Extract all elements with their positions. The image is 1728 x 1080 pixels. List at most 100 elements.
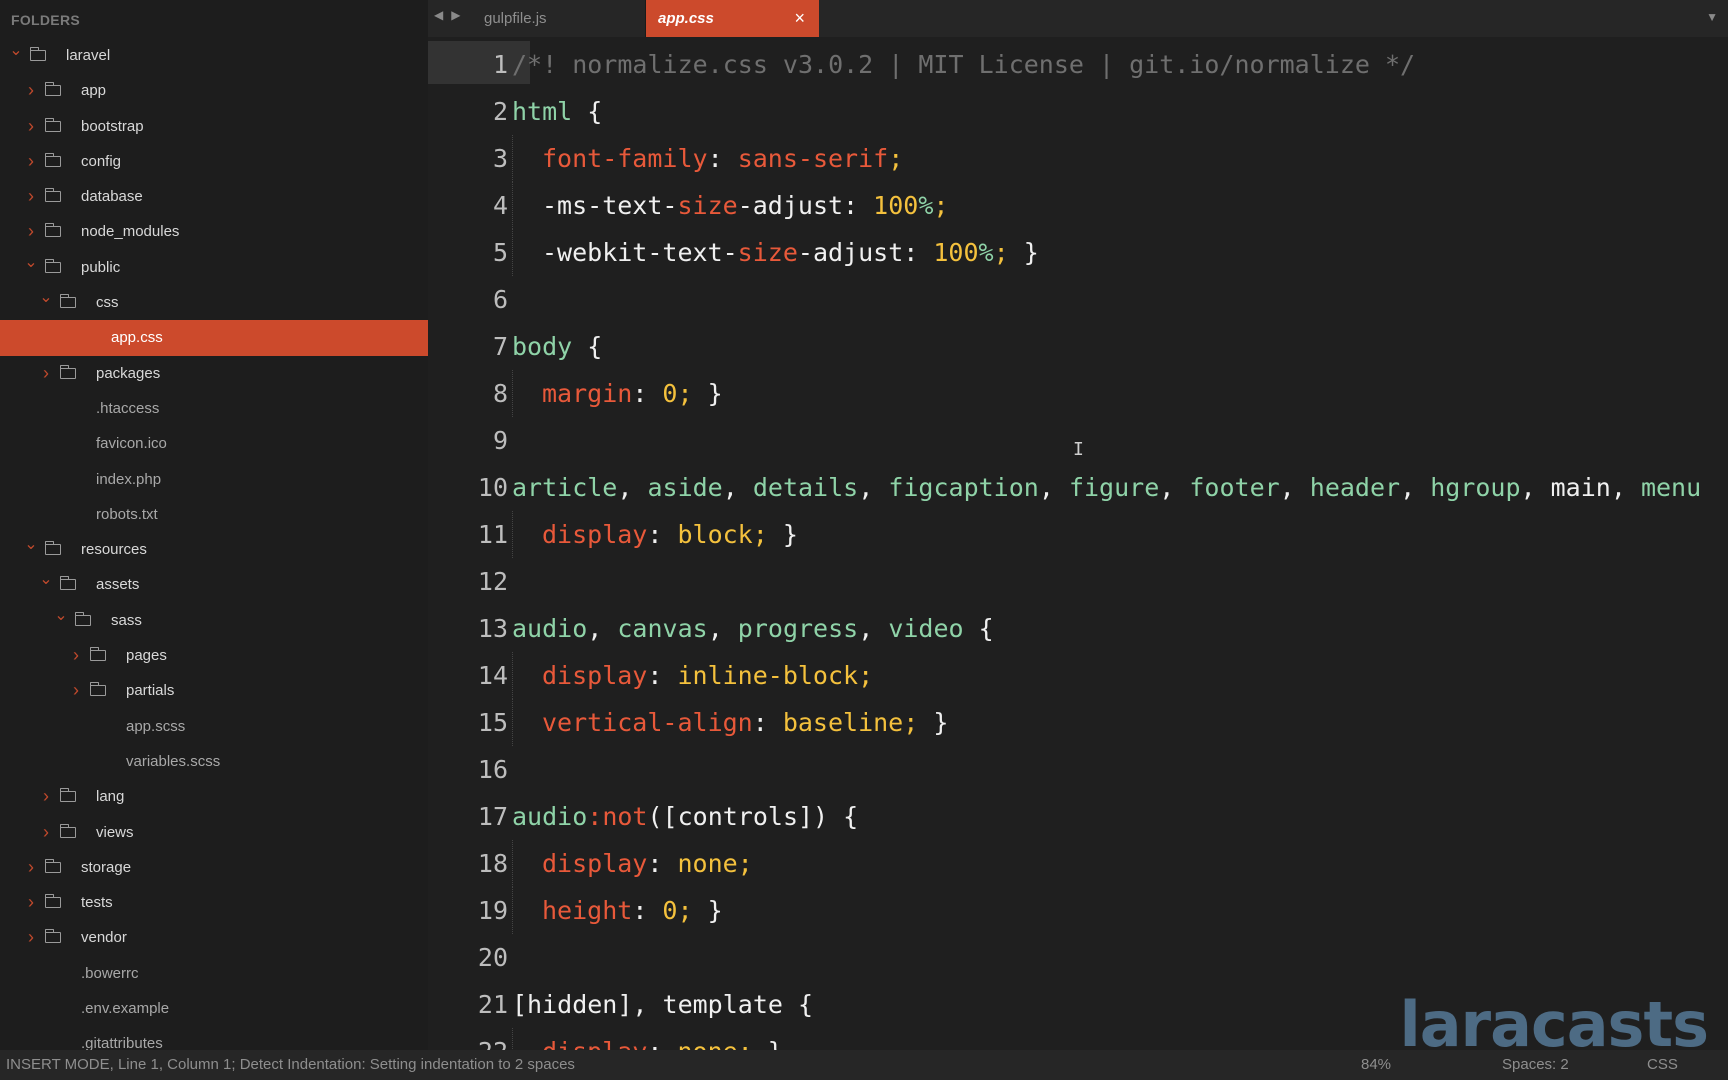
file-item[interactable]: index.php — [0, 462, 428, 497]
folder-item[interactable]: › packages — [0, 356, 428, 391]
chevron-right-icon[interactable]: › — [24, 885, 38, 920]
folder-item[interactable]: › config — [0, 144, 428, 179]
tab-gulpfile[interactable]: gulpfile.js — [474, 0, 646, 37]
folder-item[interactable]: ⌄ sass — [0, 603, 428, 638]
folder-item[interactable]: › tests — [0, 885, 428, 920]
folder-item[interactable]: ⌄ resources — [0, 532, 428, 567]
code-line: 11 display: block; } — [428, 511, 1728, 558]
chevron-down-icon[interactable]: ⌄ — [39, 562, 53, 597]
code-token: } — [767, 520, 798, 549]
folder-icon — [29, 47, 46, 61]
code-token: ; — [993, 238, 1009, 267]
line-number: 1 — [492, 50, 508, 79]
code-line: 4 -ms-text-size-adjust: 100%; — [428, 182, 1728, 229]
chevron-down-icon[interactable]: ⌄ — [54, 598, 68, 633]
folder-icon — [59, 364, 76, 379]
code-token: 100 — [873, 191, 919, 220]
chevron-right-icon[interactable]: › — [69, 673, 83, 708]
code-token: footer — [1189, 473, 1280, 502]
folder-item[interactable]: › lang — [0, 779, 428, 814]
code-token: details — [752, 473, 859, 502]
code-token: figcaption — [888, 473, 1039, 502]
tab-dropdown-icon[interactable]: ▼ — [1706, 10, 1718, 24]
folder-item[interactable]: › storage — [0, 850, 428, 885]
file-item[interactable]: .bowerrc — [0, 956, 428, 991]
code-line: 8 margin: 0; } — [428, 370, 1728, 417]
folder-item[interactable]: ⌄ css — [0, 285, 428, 320]
file-item[interactable]: app.scss — [0, 709, 428, 744]
folder-item[interactable]: › partials — [0, 673, 428, 708]
chevron-right-icon[interactable]: › — [39, 815, 53, 850]
file-item[interactable]: .env.example — [0, 991, 428, 1026]
code-text: body { — [512, 323, 602, 370]
folder-icon — [89, 682, 106, 697]
chevron-right-icon[interactable]: › — [24, 73, 38, 108]
file-item[interactable]: robots.txt — [0, 497, 428, 532]
file-item[interactable]: .htaccess — [0, 391, 428, 426]
folder-item[interactable]: › node_modules — [0, 214, 428, 249]
code-token: :not — [587, 802, 648, 831]
chevron-down-icon[interactable]: ⌄ — [39, 280, 53, 315]
file-item[interactable]: variables.scss — [0, 744, 428, 779]
folder-icon — [59, 576, 76, 591]
chevron-down-icon[interactable]: ⌄ — [9, 33, 23, 68]
code-token: sans-serif — [737, 144, 889, 173]
syntax-mode[interactable]: CSS — [1647, 1050, 1678, 1080]
folder-item[interactable]: › vendor — [0, 920, 428, 955]
indentation-setting[interactable]: Spaces: 2 — [1502, 1050, 1569, 1080]
folder-item[interactable]: › app — [0, 73, 428, 108]
code-token: , — [1038, 473, 1069, 502]
code-token: } — [692, 379, 723, 408]
code-token: : — [647, 661, 678, 690]
code-text: article, aside, details, figcaption, fig… — [512, 464, 1701, 511]
indent-guide — [512, 840, 514, 887]
code-token: : — [632, 896, 663, 925]
chevron-right-icon[interactable]: › — [24, 850, 38, 885]
folder-item[interactable]: ⌄ laravel — [0, 38, 428, 73]
code-text: font-family: sans-serif; — [542, 135, 903, 182]
code-line: 7 body { — [428, 323, 1728, 370]
chevron-down-icon[interactable]: ⌄ — [24, 245, 38, 280]
line-number: 16 — [477, 755, 508, 784]
tab-app-css[interactable]: app.css × — [646, 0, 819, 37]
tree-item-label: lang — [96, 788, 125, 806]
file-item[interactable]: app.css — [0, 320, 428, 356]
chevron-right-icon[interactable]: › — [24, 920, 38, 955]
code-token: , — [707, 614, 738, 643]
chevron-right-icon[interactable]: › — [39, 779, 53, 814]
tree-item-label: robots.txt — [96, 505, 158, 523]
chevron-right-icon[interactable]: › — [24, 179, 38, 214]
code-token: block; — [677, 520, 768, 549]
code-token: ; — [933, 191, 949, 220]
file-item[interactable]: .gitattributes — [0, 1026, 428, 1050]
code-token: : — [647, 1037, 677, 1050]
chevron-right-icon[interactable]: › — [24, 109, 38, 144]
code-editor[interactable]: I 1/*! normalize.css v3.0.2 | MIT Licens… — [428, 37, 1728, 1050]
chevron-right-icon[interactable]: › — [39, 356, 53, 391]
tree-item-label: resources — [81, 541, 147, 559]
tree-item-label: config — [81, 152, 122, 170]
tab-back-icon[interactable]: ◀ — [434, 8, 443, 22]
folder-icon — [44, 117, 61, 132]
folder-item[interactable]: › views — [0, 815, 428, 850]
tab-forward-icon[interactable]: ▶ — [451, 8, 460, 22]
code-token: audio — [512, 614, 588, 643]
folder-item[interactable]: › bootstrap — [0, 109, 428, 144]
folder-icon — [44, 223, 61, 238]
code-line: 15 vertical-align: baseline; } — [428, 699, 1728, 746]
code-token: article — [512, 473, 618, 502]
code-token: inline-block; — [677, 661, 874, 690]
folder-item[interactable]: › database — [0, 179, 428, 214]
close-icon[interactable]: × — [794, 0, 805, 37]
code-token: } — [1008, 238, 1039, 267]
code-token: % — [978, 238, 994, 267]
file-item[interactable]: favicon.ico — [0, 426, 428, 461]
chevron-down-icon[interactable]: ⌄ — [24, 527, 38, 562]
code-token: 100 — [933, 238, 979, 267]
chevron-right-icon[interactable]: › — [24, 144, 38, 179]
tree-item-label: app.scss — [126, 717, 186, 735]
chevron-right-icon[interactable]: › — [69, 638, 83, 673]
folder-item[interactable]: › pages — [0, 638, 428, 673]
indent-guide — [512, 135, 514, 182]
folder-item[interactable]: ⌄ public — [0, 250, 428, 285]
